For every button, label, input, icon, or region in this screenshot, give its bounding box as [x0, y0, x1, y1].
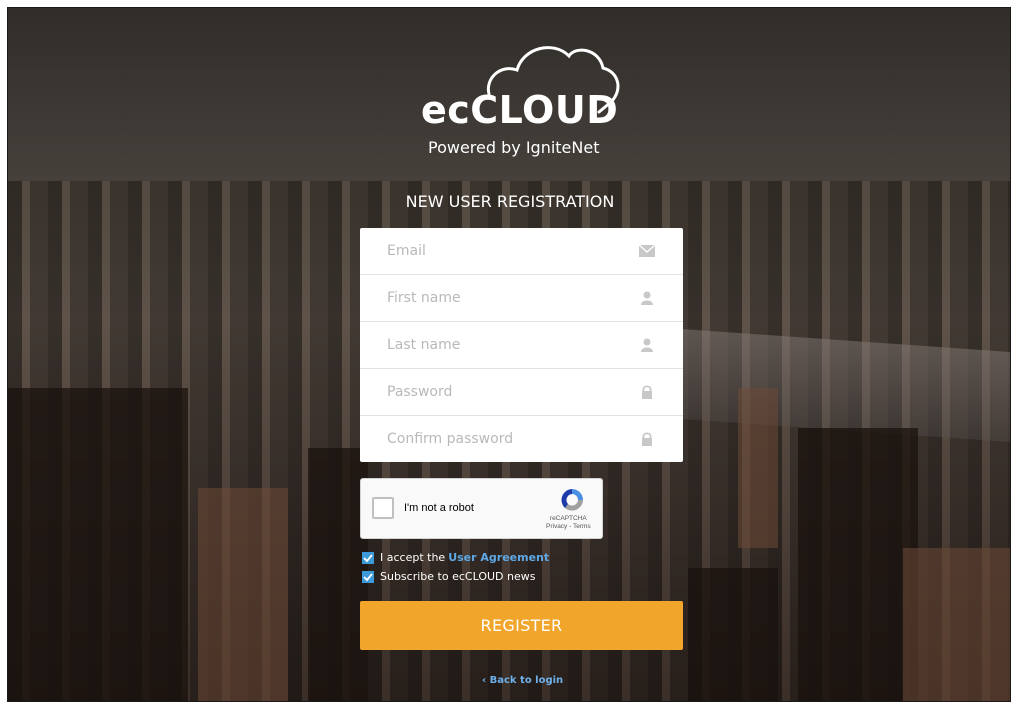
building-shape [308, 448, 368, 701]
first-name-field-row [360, 275, 683, 322]
building-shape [198, 488, 288, 701]
confirm-password-input[interactable] [385, 430, 629, 448]
last-name-field-row [360, 322, 683, 369]
register-button[interactable]: REGISTER [360, 601, 683, 650]
recaptcha-brand: reCAPTCHA Privacy - Terms [546, 515, 591, 531]
building-shape [903, 548, 1010, 701]
registration-form [360, 228, 683, 462]
chevron-left-icon: ‹ [482, 675, 487, 686]
envelope-icon [639, 244, 655, 257]
recaptcha-logo-icon [561, 489, 583, 511]
background-frame: ecCLOUD Powered by IgniteNet NEW USER RE… [7, 7, 1011, 702]
last-name-input[interactable] [385, 336, 629, 354]
news-checkbox[interactable] [362, 570, 374, 583]
lock-icon [642, 385, 652, 399]
user-icon [641, 338, 653, 352]
ecloud-logo: ecCLOUD Powered by IgniteNet [403, 38, 653, 158]
back-to-login-link[interactable]: ‹ Back to login [482, 675, 563, 686]
agreement-label: I accept the [380, 551, 446, 564]
password-input[interactable] [385, 383, 629, 401]
agreement-checkbox-row: I accept the User Agreement [362, 551, 549, 564]
recaptcha-brand-name: reCAPTCHA [549, 515, 587, 522]
building-shape [738, 388, 778, 548]
recaptcha-privacy-terms-link[interactable]: Privacy - Terms [546, 523, 591, 531]
back-to-login-label: Back to login [489, 675, 564, 686]
lock-icon [642, 432, 652, 446]
password-field-row [360, 369, 683, 416]
checkmark-icon [363, 553, 373, 562]
recaptcha-label: I'm not a robot [404, 502, 474, 514]
logo-tagline: Powered by IgniteNet [428, 138, 600, 157]
first-name-input[interactable] [385, 289, 629, 307]
building-shape [688, 568, 778, 701]
user-icon [641, 291, 653, 305]
recaptcha-widget: I'm not a robot reCAPTCHA Privacy - Term… [360, 478, 603, 539]
building-shape [798, 428, 918, 701]
logo-brand-text: ecCLOUD [421, 88, 619, 132]
confirm-password-field-row [360, 416, 683, 462]
user-agreement-link[interactable]: User Agreement [448, 551, 549, 564]
page-title: NEW USER REGISTRATION [405, 192, 615, 211]
agreement-checkbox[interactable] [362, 551, 374, 564]
news-label: Subscribe to ecCLOUD news [380, 570, 536, 583]
news-checkbox-row: Subscribe to ecCLOUD news [362, 570, 535, 583]
email-field-row [360, 228, 683, 275]
email-input[interactable] [385, 242, 629, 260]
recaptcha-checkbox[interactable] [372, 497, 394, 519]
checkmark-icon [363, 572, 373, 581]
building-shape [8, 388, 188, 701]
